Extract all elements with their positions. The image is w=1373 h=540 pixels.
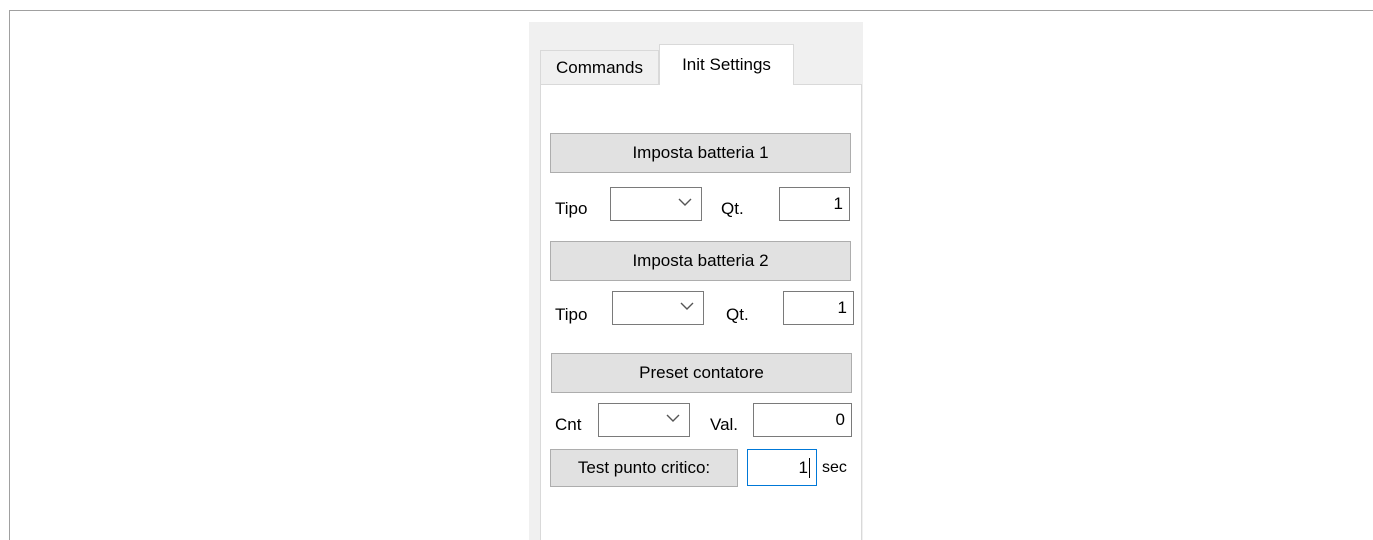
tab-init-settings[interactable]: Init Settings [659,44,794,85]
battery-2-qty-value: 1 [837,298,847,317]
counter-val-input[interactable]: 0 [753,403,852,437]
battery-2-qty-input[interactable]: 1 [783,291,854,325]
counter-val-label: Val. [710,415,739,434]
chevron-down-icon [666,414,680,422]
battery-1-qty-value: 1 [833,194,843,213]
set-battery-2-label: Imposta batteria 2 [632,251,769,270]
seconds-unit-label: sec [822,459,847,476]
set-battery-1-button[interactable]: Imposta batteria 1 [550,133,851,173]
critical-test-seconds-input[interactable]: 1 [747,449,817,486]
battery-1-qty-input[interactable]: 1 [779,187,850,221]
battery-1-qty-label: Qt. [721,199,744,218]
text-caret [809,457,810,478]
critical-test-seconds-value: 1 [798,457,808,477]
counter-val-value: 0 [835,410,845,429]
battery-2-type-label: Tipo [555,305,588,324]
counter-cnt-label: Cnt [555,415,582,434]
set-battery-2-button[interactable]: Imposta batteria 2 [550,241,851,281]
preset-counter-button[interactable]: Preset contatore [551,353,852,393]
battery-2-qty-label: Qt. [726,305,749,324]
tab-commands-label: Commands [556,57,643,77]
battery-2-type-dropdown[interactable] [612,291,704,325]
counter-cnt-dropdown[interactable] [598,403,690,437]
battery-1-type-dropdown[interactable] [610,187,702,221]
chevron-down-icon [678,198,692,206]
settings-panel: Commands Init Settings Imposta batteria … [529,22,863,540]
tab-commands[interactable]: Commands [540,50,659,84]
tab-strip: Commands Init Settings [529,22,863,85]
init-settings-page: Imposta batteria 1 Tipo Qt. 1 Imposta ba… [540,84,862,540]
test-critical-point-button[interactable]: Test punto critico: [550,449,738,487]
preset-counter-label: Preset contatore [639,363,764,382]
chevron-down-icon [680,302,694,310]
tab-init-settings-label: Init Settings [682,55,771,74]
battery-1-type-label: Tipo [555,199,588,218]
test-critical-point-label: Test punto critico: [577,458,711,477]
set-battery-1-label: Imposta batteria 1 [632,143,769,162]
